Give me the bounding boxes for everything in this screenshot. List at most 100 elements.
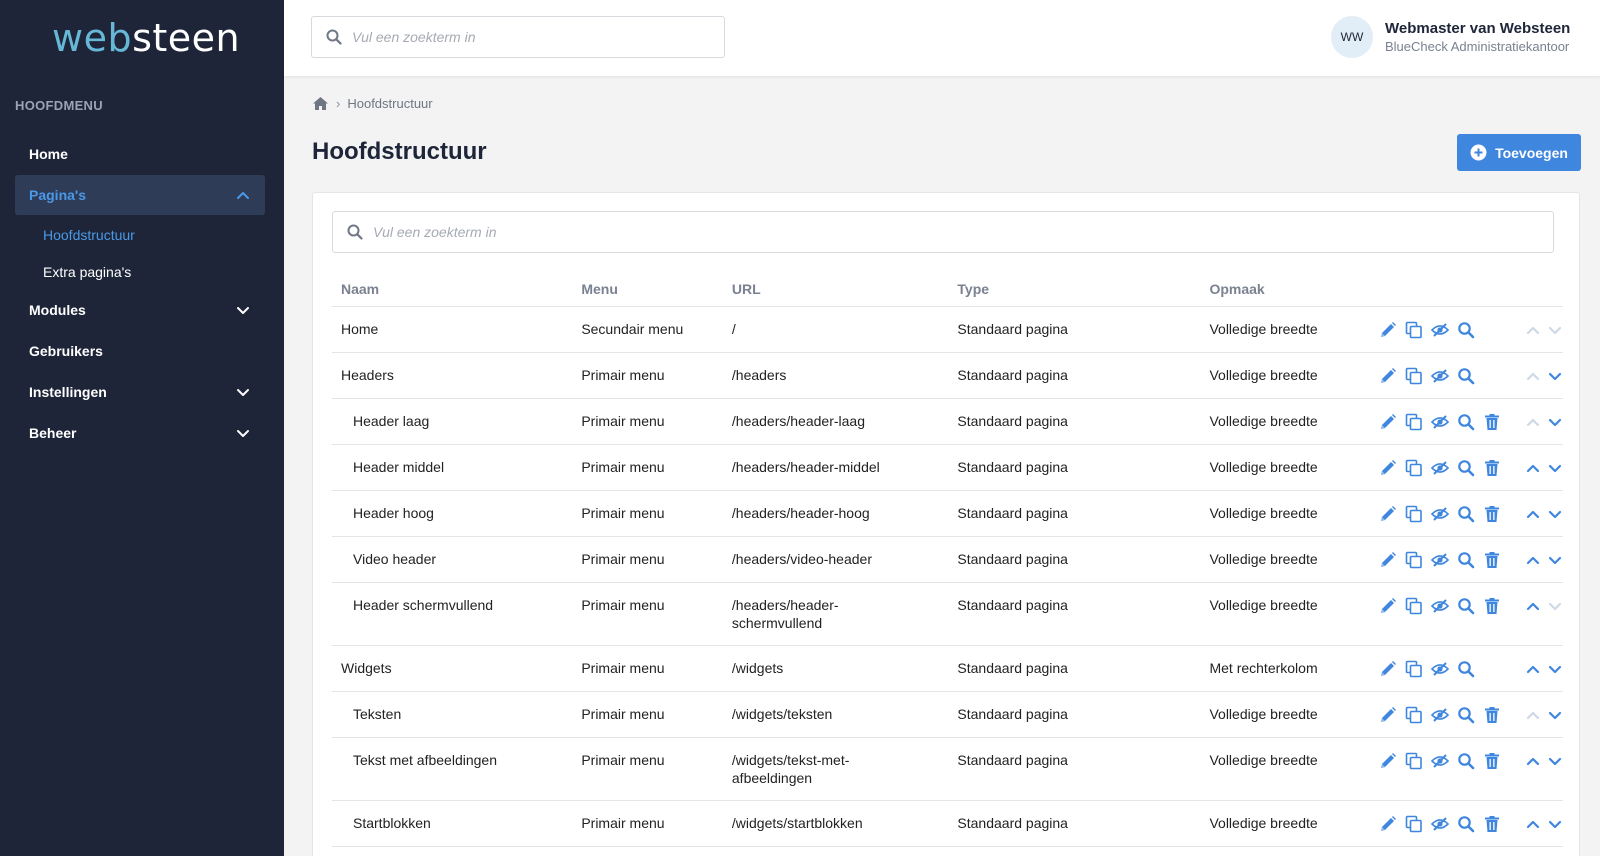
edit-button[interactable] <box>1379 597 1397 615</box>
column-header-url[interactable]: URL <box>722 273 949 307</box>
cell-naam[interactable]: Home <box>332 306 573 353</box>
move-down-button[interactable] <box>1547 815 1563 833</box>
move-down-button[interactable] <box>1547 706 1563 724</box>
delete-button[interactable] <box>1483 505 1501 523</box>
move-down-button[interactable] <box>1547 505 1563 523</box>
visibility-toggle-button[interactable] <box>1431 321 1450 339</box>
cell-naam[interactable]: Video header <box>332 536 573 583</box>
edit-button[interactable] <box>1379 752 1397 770</box>
chevron-up-icon[interactable] <box>235 187 251 203</box>
cell-naam[interactable]: Widgets <box>332 645 573 692</box>
table-row[interactable]: Header laag Primair menu/headers/header-l… <box>332 398 1563 445</box>
preview-button[interactable] <box>1457 660 1475 678</box>
copy-button[interactable] <box>1405 815 1423 833</box>
delete-button[interactable] <box>1483 752 1501 770</box>
table-row[interactable]: Header schermvullend Primair menu/headers… <box>332 582 1563 646</box>
visibility-toggle-button[interactable] <box>1431 815 1450 833</box>
add-button[interactable]: Toevoegen <box>1457 134 1581 171</box>
visibility-toggle-button[interactable] <box>1431 413 1450 431</box>
logo[interactable]: websteen <box>52 16 240 60</box>
preview-button[interactable] <box>1457 413 1475 431</box>
cell-naam[interactable]: Header schermvullend <box>332 582 573 646</box>
sidebar-item-gebruikers[interactable]: Gebruikers <box>15 331 265 371</box>
edit-button[interactable] <box>1379 367 1397 385</box>
delete-button[interactable] <box>1483 706 1501 724</box>
edit-button[interactable] <box>1379 505 1397 523</box>
preview-button[interactable] <box>1457 367 1475 385</box>
edit-button[interactable] <box>1379 815 1397 833</box>
copy-button[interactable] <box>1405 505 1423 523</box>
visibility-toggle-button[interactable] <box>1431 752 1450 770</box>
table-row[interactable]: Header middel Primair menu/headers/header… <box>332 444 1563 491</box>
table-row[interactable]: Home Secundair menu / Standaard pagina Volle… <box>332 306 1563 353</box>
cell-naam[interactable]: Teksten <box>332 691 573 738</box>
delete-button[interactable] <box>1483 597 1501 615</box>
sidebar-item-paginas[interactable]: Pagina's <box>15 175 265 215</box>
preview-button[interactable] <box>1457 752 1475 770</box>
move-down-button[interactable] <box>1547 752 1563 770</box>
copy-button[interactable] <box>1405 551 1423 569</box>
visibility-toggle-button[interactable] <box>1431 551 1450 569</box>
table-row[interactable]: Tekst met afbeeldingen Primair menu/widge… <box>332 737 1563 801</box>
delete-button[interactable] <box>1483 413 1501 431</box>
table-row[interactable]: Startblokken Primair menu/widgets/startbl… <box>332 800 1563 847</box>
table-row[interactable]: Teksten Primair menu/widgets/teksten Stand… <box>332 691 1563 738</box>
visibility-toggle-button[interactable] <box>1431 367 1450 385</box>
move-up-button[interactable] <box>1525 815 1541 833</box>
cell-naam[interactable]: Headers <box>332 352 573 399</box>
copy-button[interactable] <box>1405 367 1423 385</box>
avatar[interactable]: WW <box>1331 16 1373 58</box>
delete-button[interactable] <box>1483 459 1501 477</box>
preview-button[interactable] <box>1457 706 1475 724</box>
chevron-down-icon[interactable] <box>235 425 251 441</box>
visibility-toggle-button[interactable] <box>1431 706 1450 724</box>
cell-naam[interactable]: Fotoseries <box>332 846 573 856</box>
copy-button[interactable] <box>1405 321 1423 339</box>
move-up-button[interactable] <box>1525 660 1541 678</box>
edit-button[interactable] <box>1379 413 1397 431</box>
cell-naam[interactable]: Header middel <box>332 444 573 491</box>
edit-button[interactable] <box>1379 551 1397 569</box>
move-down-button[interactable] <box>1547 459 1563 477</box>
copy-button[interactable] <box>1405 706 1423 724</box>
delete-button[interactable] <box>1483 551 1501 569</box>
top-search-input[interactable] <box>352 29 711 45</box>
preview-button[interactable] <box>1457 459 1475 477</box>
cell-naam[interactable]: Startblokken <box>332 800 573 847</box>
column-header-naam[interactable]: Naam <box>332 273 573 307</box>
visibility-toggle-button[interactable] <box>1431 660 1450 678</box>
visibility-toggle-button[interactable] <box>1431 459 1450 477</box>
table-row[interactable]: Headers Primair menu/headers Standaard pag… <box>332 352 1563 399</box>
move-down-button[interactable] <box>1547 660 1563 678</box>
home-icon[interactable] <box>312 96 329 111</box>
visibility-toggle-button[interactable] <box>1431 597 1450 615</box>
move-down-button[interactable] <box>1547 413 1563 431</box>
breadcrumb-current[interactable]: Hoofdstructuur <box>347 96 432 111</box>
chevron-down-icon[interactable] <box>235 302 251 318</box>
copy-button[interactable] <box>1405 413 1423 431</box>
edit-button[interactable] <box>1379 321 1397 339</box>
sidebar-item-home[interactable]: Home <box>15 134 265 174</box>
cell-naam[interactable]: Tekst met afbeeldingen <box>332 737 573 801</box>
move-up-button[interactable] <box>1525 752 1541 770</box>
preview-button[interactable] <box>1457 505 1475 523</box>
copy-button[interactable] <box>1405 459 1423 477</box>
move-down-button[interactable] <box>1547 551 1563 569</box>
visibility-toggle-button[interactable] <box>1431 505 1450 523</box>
delete-button[interactable] <box>1483 815 1501 833</box>
sidebar-item-modules[interactable]: Modules <box>15 290 265 330</box>
move-up-button[interactable] <box>1525 505 1541 523</box>
move-up-button[interactable] <box>1525 551 1541 569</box>
preview-button[interactable] <box>1457 551 1475 569</box>
table-search-input[interactable] <box>373 224 1459 240</box>
sidebar-item-instellingen[interactable]: Instellingen <box>15 372 265 412</box>
table-row[interactable]: FotoseriesPrimair menu/widgets/fotoserie… <box>332 846 1563 856</box>
column-header-opmaak[interactable]: Opmaak <box>1200 273 1371 307</box>
copy-button[interactable] <box>1405 660 1423 678</box>
preview-button[interactable] <box>1457 815 1475 833</box>
move-up-button[interactable] <box>1525 459 1541 477</box>
edit-button[interactable] <box>1379 706 1397 724</box>
sidebar-subitem-extrapaginas[interactable]: Extra pagina's <box>15 253 265 290</box>
table-row[interactable]: Widgets Primair menu/widgets Standaard pag… <box>332 645 1563 692</box>
preview-button[interactable] <box>1457 597 1475 615</box>
